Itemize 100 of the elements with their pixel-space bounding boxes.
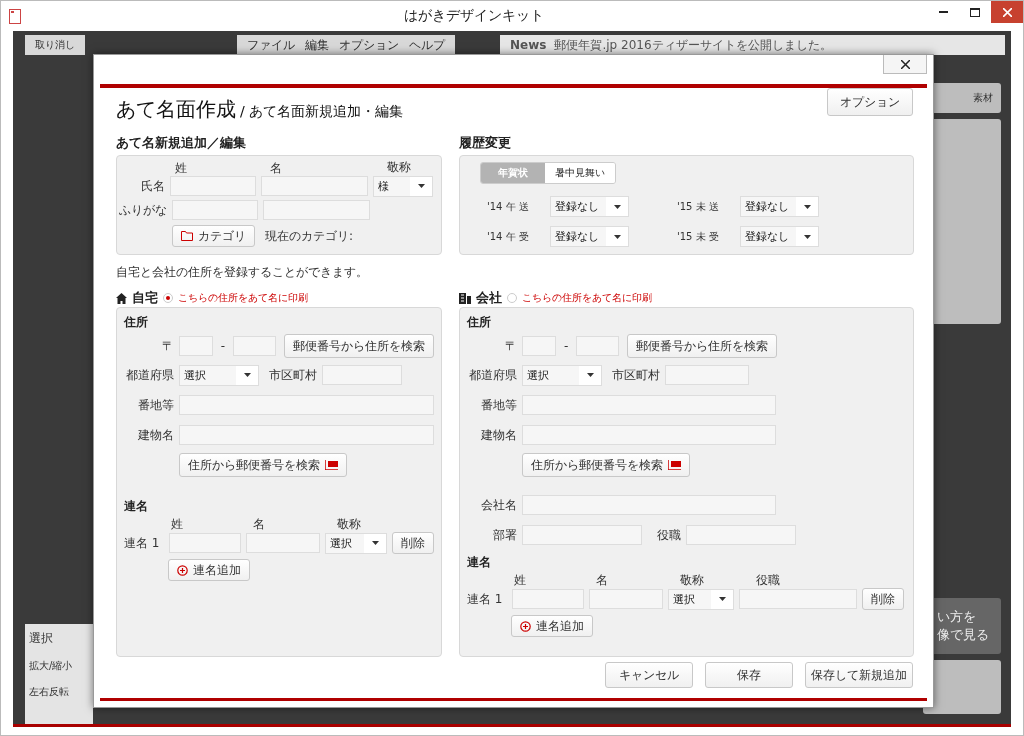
dropdown[interactable]: 選択	[522, 364, 602, 386]
dialog-button[interactable]: 保存	[705, 662, 793, 688]
input-field[interactable]	[261, 176, 369, 196]
column-label: 敬称	[337, 517, 361, 531]
dropdown[interactable]: 選択	[179, 364, 259, 386]
row-label: 連名 1	[124, 534, 161, 552]
caret-icon	[803, 234, 811, 239]
input-field[interactable]	[263, 200, 370, 220]
menu-item[interactable]: オプション	[339, 36, 399, 54]
field-label: 市区町村	[612, 366, 660, 384]
column-label: 役職	[756, 573, 780, 587]
caret-icon	[371, 541, 379, 545]
column-label: 敬称	[387, 158, 411, 176]
history-label: '14 午 送	[487, 199, 530, 214]
building-icon	[459, 292, 471, 304]
dropdown[interactable]: 様	[373, 175, 433, 197]
input-field[interactable]	[512, 589, 584, 609]
tool-tab[interactable]: 選択	[29, 630, 89, 647]
category-button[interactable]: カテゴリ	[172, 225, 255, 247]
column-label: 名	[270, 161, 282, 175]
plus-circle-icon	[520, 620, 531, 632]
dropdown[interactable]: 登録なし	[550, 226, 629, 247]
field-label: ふりがな	[119, 201, 167, 219]
dropdown[interactable]: 登録なし	[740, 196, 819, 217]
radio-label: こちらの住所をあて名に印刷	[522, 291, 652, 305]
news-text[interactable]: 郵便年賀.jp 2016ティザーサイトを公開しました。	[554, 36, 832, 54]
history-label: '15 未 受	[677, 229, 720, 244]
input-field[interactable]	[522, 395, 776, 415]
field-label: 氏名	[140, 177, 166, 195]
section-title: あて名新規追加／編集	[116, 134, 247, 152]
add-joint-button[interactable]: 連名追加	[511, 615, 593, 637]
menu-item[interactable]: ファイル	[247, 36, 295, 54]
dialog-close-button[interactable]	[883, 55, 927, 74]
maximize-icon	[970, 7, 980, 17]
menu-item[interactable]: 編集	[305, 36, 329, 54]
add-joint-button[interactable]: 連名追加	[168, 559, 250, 581]
field-label: 部署	[492, 526, 517, 544]
dropdown[interactable]: 登録なし	[550, 196, 629, 217]
history-label: '14 午 受	[487, 229, 530, 244]
input-field[interactable]	[172, 200, 258, 220]
input-field[interactable]	[739, 589, 857, 609]
input-field[interactable]	[178, 336, 213, 356]
field-label: 番地等	[480, 396, 517, 414]
history-tab[interactable]: 暑中見舞い	[545, 163, 615, 183]
input-field[interactable]	[178, 395, 434, 415]
input-field[interactable]	[686, 525, 796, 545]
field-label: 番地等	[136, 396, 174, 414]
tool-label: 拡大/縮小	[29, 659, 74, 673]
input-field[interactable]	[522, 425, 776, 445]
app-icon	[9, 8, 21, 24]
input-field[interactable]	[246, 533, 320, 553]
postal-search-button[interactable]: 郵便番号から住所を検索	[284, 334, 434, 358]
dialog-title: あて名面作成	[116, 96, 236, 123]
caret-icon	[613, 204, 621, 209]
input-field[interactable]	[589, 589, 663, 609]
radio-label: こちらの住所をあて名に印刷	[178, 291, 308, 305]
radio-button[interactable]	[163, 293, 173, 303]
option-button[interactable]: オプション	[827, 88, 913, 116]
undo-label[interactable]: 取り消し	[35, 38, 75, 52]
postal-mark: 〒	[160, 337, 174, 355]
input-field[interactable]	[322, 365, 402, 385]
input-field[interactable]	[522, 525, 642, 545]
plus-circle-icon	[177, 564, 188, 576]
column-label: 姓	[175, 161, 187, 175]
field-label: 役職	[657, 526, 681, 544]
caret-icon	[613, 234, 621, 239]
section-title: 住所	[467, 314, 492, 331]
map-icon	[668, 460, 681, 470]
caret-icon	[586, 373, 594, 377]
history-label: '15 未 送	[677, 199, 720, 214]
column-label: 姓	[514, 573, 526, 587]
dropdown[interactable]: 登録なし	[740, 226, 819, 247]
menu-item[interactable]: ヘルプ	[409, 36, 445, 54]
input-field[interactable]	[169, 533, 241, 553]
input-field[interactable]	[665, 365, 749, 385]
delete-button[interactable]: 削除	[862, 588, 904, 610]
close-button[interactable]	[991, 1, 1023, 23]
house-icon	[116, 292, 127, 304]
input-field[interactable]	[576, 336, 620, 356]
field-label: 都道府県	[468, 366, 517, 384]
dropdown[interactable]: 選択	[325, 532, 387, 554]
dropdown[interactable]: 選択	[668, 588, 734, 610]
field-label: 建物名	[136, 426, 174, 444]
input-field[interactable]	[522, 336, 556, 356]
input-field[interactable]	[522, 495, 776, 515]
input-field[interactable]	[170, 176, 257, 196]
dialog-subtitle: / あて名面新規追加・編集	[240, 103, 404, 121]
dialog-button[interactable]: キャンセル	[605, 662, 693, 688]
caret-icon	[417, 184, 425, 188]
tool-label: 左右反転	[29, 685, 70, 699]
field-label: 建物名	[480, 426, 517, 444]
delete-button[interactable]: 削除	[392, 532, 434, 554]
map-icon	[325, 460, 338, 470]
input-field[interactable]	[233, 336, 276, 356]
input-field[interactable]	[178, 425, 434, 445]
radio-button[interactable]	[507, 293, 517, 303]
dialog-button[interactable]: 保存して新規追加	[805, 662, 913, 688]
address-search-button[interactable]: 住所から郵便番号を検索	[522, 453, 690, 477]
address-search-button[interactable]: 住所から郵便番号を検索	[179, 453, 347, 477]
postal-search-button[interactable]: 郵便番号から住所を検索	[627, 334, 778, 358]
